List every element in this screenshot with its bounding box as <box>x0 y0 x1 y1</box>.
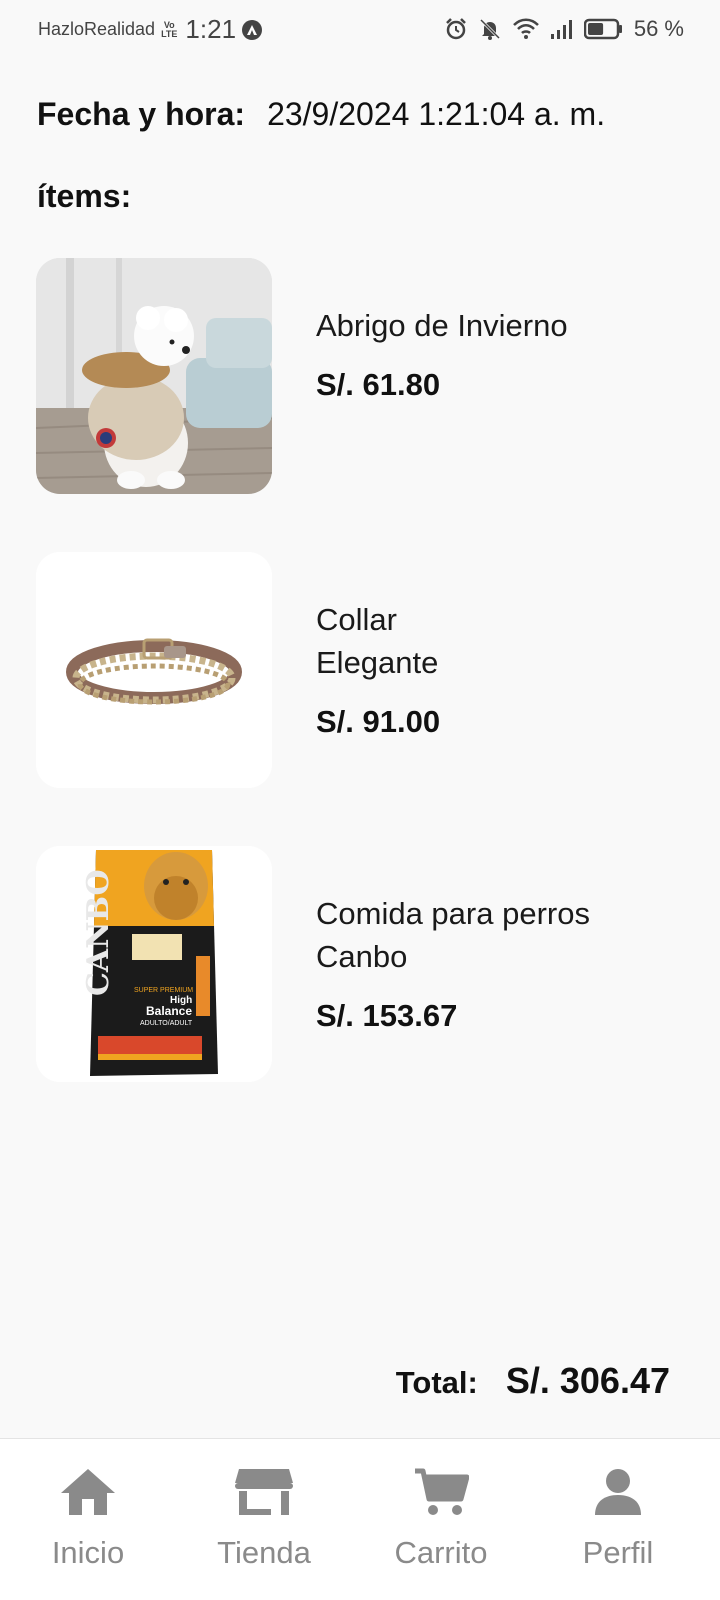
bag-line1-text: SUPER PREMIUM <box>134 987 193 994</box>
battery-percent: 56 % <box>633 16 684 41</box>
nav-label: Perfil <box>582 1535 654 1570</box>
items-heading: ítems: <box>37 178 132 214</box>
order-datetime: Fecha y hora: 23/9/2024 1:21:04 a. m. <box>37 96 605 133</box>
bell-off-icon <box>479 18 500 40</box>
total-value: S/. 306.47 <box>505 1360 670 1401</box>
carrier-name: HazloRealidad <box>38 19 156 39</box>
signal-icon <box>550 20 572 39</box>
item-price: S/. 61.80 <box>316 367 441 402</box>
nav-label: Tienda <box>217 1535 311 1570</box>
nav-item-carrito[interactable]: Carrito <box>361 1467 521 1571</box>
status-bar-right: 56 % <box>444 16 684 42</box>
bottom-navigation: Inicio Tienda Carrito Perfil <box>0 1438 720 1600</box>
dog-food-bag-photo: CANBO SUPER PREMIUM High Balance ADULTO/… <box>36 846 272 1082</box>
item-name: Abrigo de Invierno <box>316 308 568 343</box>
collar-photo <box>36 552 272 788</box>
dog-coat-photo <box>36 258 272 494</box>
nav-item-perfil[interactable]: Perfil <box>538 1467 698 1571</box>
item-info: Abrigo de Invierno S/. 61.80 <box>316 304 686 403</box>
cart-icon <box>415 1468 469 1515</box>
nav-label: Carrito <box>394 1535 488 1570</box>
volte-bottom-text: LTE <box>161 28 178 39</box>
bag-line3-text: Balance <box>146 1004 192 1018</box>
item-price: S/. 153.67 <box>316 998 458 1033</box>
order-total: Total: S/. 306.47 <box>396 1360 670 1402</box>
list-item[interactable]: CANBO SUPER PREMIUM High Balance ADULTO/… <box>36 846 686 1082</box>
bag-line4-text: ADULTO/ADULT <box>140 1020 193 1027</box>
item-info: Collar Elegante S/. 91.00 <box>316 598 686 740</box>
battery-icon <box>583 18 622 40</box>
wifi-icon <box>512 18 539 39</box>
home-icon <box>61 1469 115 1515</box>
list-item[interactable]: Collar Elegante S/. 91.00 <box>36 552 686 788</box>
nav-item-inicio[interactable]: Inicio <box>8 1467 168 1571</box>
nav-label: Inicio <box>51 1535 125 1570</box>
item-price: S/. 91.00 <box>316 704 441 739</box>
person-icon <box>595 1469 641 1515</box>
total-label: Total: <box>395 1365 478 1400</box>
status-bar: HazloRealidad Vo LTE 1:21 56 % <box>0 0 720 62</box>
item-name: Collar Elegante <box>316 602 439 680</box>
app-notification-icon <box>242 19 263 40</box>
volte-indicator: Vo LTE <box>161 20 178 39</box>
item-info: Comida para perros Canbo S/. 153.67 <box>316 892 686 1034</box>
status-time: 1:21 <box>185 14 237 44</box>
nav-item-tienda[interactable]: Tienda <box>184 1467 344 1571</box>
list-item[interactable]: Abrigo de Invierno S/. 61.80 <box>36 258 686 494</box>
store-icon <box>235 1469 293 1515</box>
datetime-label: Fecha y hora: <box>37 96 246 132</box>
alarm-icon <box>445 18 466 40</box>
status-bar-left: HazloRealidad Vo LTE 1:21 <box>38 14 263 45</box>
order-detail-screen: HazloRealidad Vo LTE 1:21 56 % Fecha y h… <box>0 0 720 1600</box>
datetime-value: 23/9/2024 1:21:04 a. m. <box>267 96 606 132</box>
item-name: Comida para perros Canbo <box>316 896 590 974</box>
bag-brand-text: CANBO <box>81 869 116 996</box>
